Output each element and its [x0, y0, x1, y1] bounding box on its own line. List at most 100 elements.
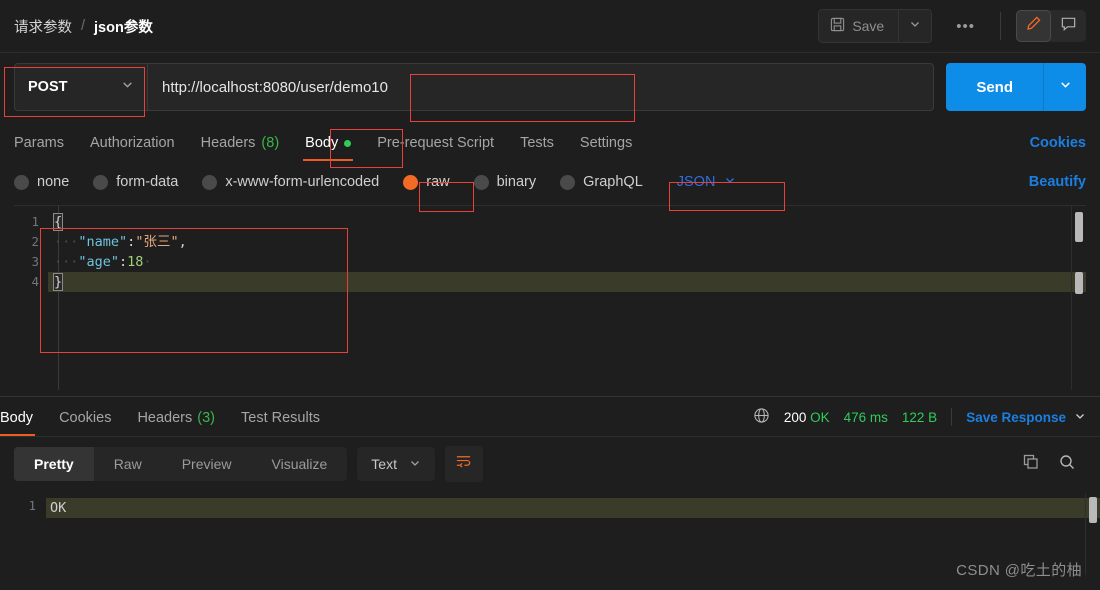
comments-button[interactable]: [1051, 10, 1086, 42]
body-type-raw[interactable]: raw: [403, 174, 450, 190]
http-method-value: POST: [28, 79, 68, 95]
body-type-graphql[interactable]: GraphQL: [560, 174, 643, 190]
editor-scrollbar-thumb[interactable]: [1075, 212, 1083, 242]
request-url-value: http://localhost:8080/user/demo10: [162, 78, 388, 96]
raw-format-value: JSON: [676, 174, 716, 190]
json-key: "age": [78, 254, 120, 270]
chevron-down-icon: [1074, 410, 1086, 425]
cookies-link[interactable]: Cookies: [1030, 135, 1086, 161]
tab-label: Settings: [579, 135, 633, 151]
search-icon[interactable]: [1058, 453, 1076, 476]
radio-icon: [202, 174, 218, 190]
tab-label: Authorization: [89, 135, 175, 151]
save-response-button[interactable]: Save Response: [966, 410, 1086, 425]
response-body-viewer[interactable]: 1 OK: [0, 493, 1100, 575]
top-bar-actions: Save •••: [818, 9, 1086, 43]
tab-count: (3): [197, 410, 215, 426]
save-button-label: Save: [852, 18, 885, 34]
json-open-brace: {: [52, 213, 64, 231]
raw-format-select[interactable]: JSON: [671, 171, 743, 193]
tab-tests[interactable]: Tests: [507, 135, 567, 161]
body-type-label: raw: [426, 174, 450, 190]
editor-code-area[interactable]: { ···"name":"张三", ···"age":18· }: [48, 206, 1086, 390]
save-response-label: Save Response: [966, 409, 1066, 425]
radio-icon: [93, 174, 109, 190]
tab-count: (8): [261, 135, 280, 151]
line-number: 1: [28, 498, 36, 513]
response-view-raw[interactable]: Raw: [94, 447, 162, 481]
json-colon: :: [119, 254, 128, 270]
body-type-row: none form-data x-www-form-urlencoded raw…: [0, 161, 1100, 201]
floppy-disk-icon: [830, 17, 845, 35]
code-line-1: {: [48, 212, 1086, 232]
response-scrollbar-thumb[interactable]: [1089, 497, 1097, 523]
tab-label: Cookies: [59, 410, 112, 426]
edit-mode-button[interactable]: [1016, 10, 1051, 42]
chevron-down-icon: [1059, 78, 1072, 96]
response-status: 200 OK: [784, 410, 830, 425]
body-type-label: GraphQL: [583, 174, 643, 190]
response-format-select[interactable]: Text: [357, 447, 435, 481]
save-options-button[interactable]: [898, 9, 933, 43]
status-code: 200: [783, 409, 807, 425]
response-view-switch: Pretty Raw Preview Visualize: [14, 447, 348, 481]
radio-icon: [473, 174, 489, 190]
chevron-down-icon: [409, 456, 421, 472]
body-type-none[interactable]: none: [14, 174, 69, 190]
tab-params[interactable]: Params: [14, 135, 77, 161]
pencil-icon: [1025, 15, 1042, 37]
tab-body[interactable]: Body: [292, 135, 364, 161]
tab-label: Tests: [520, 135, 554, 151]
response-tab-cookies[interactable]: Cookies: [46, 410, 124, 436]
body-type-binary[interactable]: binary: [473, 174, 536, 190]
response-tab-body[interactable]: Body: [0, 410, 46, 436]
response-toolbar: Pretty Raw Preview Visualize Text: [0, 437, 1100, 491]
breadcrumb-parent[interactable]: 请求参数: [14, 16, 72, 37]
editor-scrollbar-thumb-secondary[interactable]: [1075, 272, 1083, 294]
send-button-group: Send: [946, 63, 1086, 111]
more-options-button[interactable]: •••: [946, 14, 985, 39]
radio-icon: [14, 174, 29, 190]
request-body-editor[interactable]: 1 2 3 4 { ···"name":"张三", ···"age":18· }: [14, 205, 1086, 390]
send-options-button[interactable]: [1044, 63, 1086, 111]
comment-icon: [1060, 15, 1077, 37]
body-type-x-www-form-urlencoded[interactable]: x-www-form-urlencoded: [202, 174, 379, 190]
http-method-select[interactable]: POST: [14, 63, 147, 111]
response-view-pretty[interactable]: Pretty: [14, 447, 94, 481]
response-tab-test-results[interactable]: Test Results: [228, 410, 333, 436]
save-button[interactable]: Save: [818, 9, 899, 43]
response-code-area: OK: [46, 493, 1100, 545]
json-number-value: 18: [127, 254, 144, 270]
word-wrap-button[interactable]: [444, 446, 483, 482]
editor-line-numbers: 1 2 3 4: [14, 206, 48, 390]
chevron-down-icon: [724, 174, 736, 190]
response-line-numbers: 1: [0, 493, 46, 545]
globe-icon: [753, 407, 770, 427]
save-button-group: Save: [818, 9, 933, 43]
tab-label: Body: [305, 135, 339, 151]
beautify-link[interactable]: Beautify: [1029, 174, 1086, 190]
response-view-visualize[interactable]: Visualize: [252, 447, 348, 481]
response-time: 476 ms: [843, 409, 888, 425]
tab-pre-request-script[interactable]: Pre-request Script: [364, 135, 507, 161]
response-tab-headers[interactable]: Headers (3): [124, 410, 228, 436]
chevron-down-icon: [909, 17, 921, 35]
breadcrumb: 请求参数 / json参数: [14, 16, 153, 37]
response-scrollbar[interactable]: [1086, 493, 1100, 545]
tab-headers[interactable]: Headers (8): [188, 135, 293, 161]
tab-label: Body: [0, 410, 34, 426]
code-line-3: ···"age":18·: [48, 252, 1086, 272]
editor-scrollbar[interactable]: [1072, 206, 1086, 390]
line-number: 4: [31, 274, 39, 289]
send-button[interactable]: Send: [946, 63, 1044, 111]
indent-dots: ···: [54, 254, 79, 270]
response-meta: 200 OK 476 ms 122 B Save Response: [753, 407, 1100, 436]
request-url-input[interactable]: http://localhost:8080/user/demo10: [147, 63, 935, 111]
body-type-form-data[interactable]: form-data: [93, 174, 178, 190]
response-line-1: OK: [46, 498, 1100, 518]
copy-icon[interactable]: [1022, 453, 1040, 476]
tab-settings[interactable]: Settings: [567, 135, 645, 161]
response-view-preview[interactable]: Preview: [162, 447, 252, 481]
watermark: CSDN @吃土的柚: [956, 562, 1082, 579]
tab-authorization[interactable]: Authorization: [77, 135, 188, 161]
